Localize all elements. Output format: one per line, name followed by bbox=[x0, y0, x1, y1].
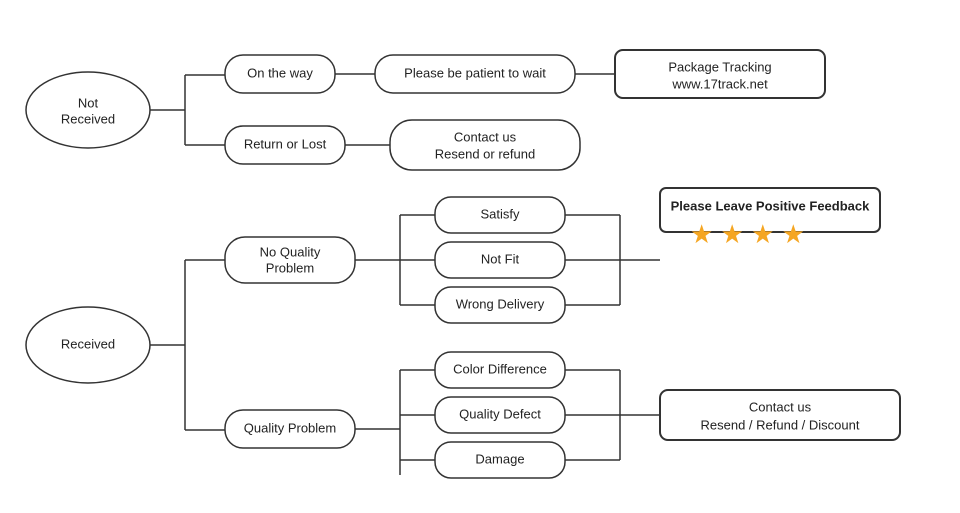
contact-us-refund-label1: Contact us bbox=[749, 399, 812, 414]
contact-us-resend-label2: Resend or refund bbox=[435, 146, 535, 161]
positive-feedback-label: Please Leave Positive Feedback bbox=[671, 198, 870, 213]
on-the-way-label: On the way bbox=[247, 65, 313, 80]
package-tracking-label1: Package Tracking bbox=[668, 59, 771, 74]
received-label: Received bbox=[61, 336, 115, 351]
no-quality-problem-label2: Problem bbox=[266, 260, 314, 275]
not-fit-label: Not Fit bbox=[481, 251, 520, 266]
quality-defect-label: Quality Defect bbox=[459, 406, 541, 421]
quality-problem-label: Quality Problem bbox=[244, 420, 336, 435]
return-or-lost-label: Return or Lost bbox=[244, 136, 327, 151]
flowchart-diagram: Not Received On the way Please be patien… bbox=[0, 0, 960, 513]
contact-us-resend-node bbox=[390, 120, 580, 170]
contact-us-resend-label1: Contact us bbox=[454, 129, 517, 144]
damage-label: Damage bbox=[475, 451, 524, 466]
wrong-delivery-label: Wrong Delivery bbox=[456, 296, 545, 311]
no-quality-problem-label1: No Quality bbox=[260, 244, 321, 259]
contact-us-refund-label2: Resend / Refund / Discount bbox=[701, 417, 860, 432]
contact-us-refund-node bbox=[660, 390, 900, 440]
package-tracking-label2: www.17track.net bbox=[671, 76, 768, 91]
not-received-label2: Received bbox=[61, 111, 115, 126]
not-received-label: Not bbox=[78, 95, 99, 110]
please-be-patient-label: Please be patient to wait bbox=[404, 65, 546, 80]
color-difference-label: Color Difference bbox=[453, 361, 547, 376]
satisfy-label: Satisfy bbox=[480, 206, 520, 221]
star-rating: ★ ★ ★ ★ bbox=[690, 219, 805, 249]
